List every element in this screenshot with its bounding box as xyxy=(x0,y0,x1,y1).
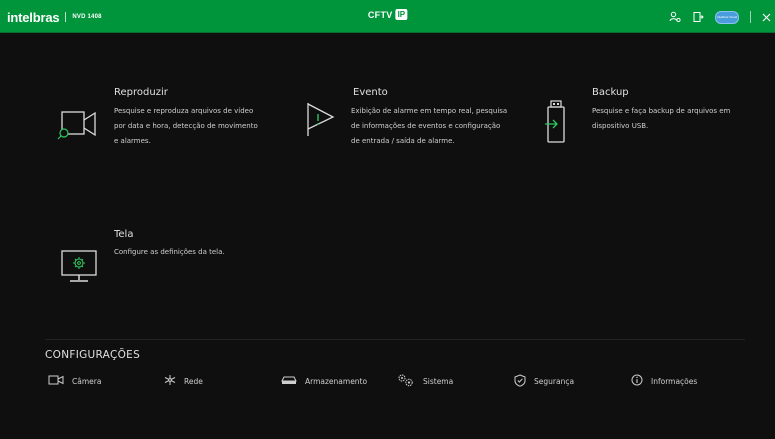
config-section-title: CONFIGURAÇÕES xyxy=(45,349,141,361)
cloud-icon[interactable]: Intelbras Cloud xyxy=(715,10,739,24)
usb-backup-icon xyxy=(543,100,569,148)
card-title: Reproduzir xyxy=(114,87,168,98)
card-backup[interactable]: Backup Pesquise e faça backup de arquivo… xyxy=(540,84,740,184)
event-flag-icon xyxy=(303,100,339,144)
device-model: NVD 1408 xyxy=(72,14,102,20)
config-item-security[interactable]: Segurança xyxy=(514,373,575,389)
top-icons: Intelbras Cloud xyxy=(669,9,771,25)
user-settings-icon[interactable] xyxy=(669,11,681,23)
system-gears-icon xyxy=(397,373,415,389)
network-icon xyxy=(164,374,176,388)
cloud-label: Intelbras Cloud xyxy=(715,10,739,24)
section-divider xyxy=(45,339,745,340)
card-description: Exibição de alarme em tempo real, pesqui… xyxy=(351,107,508,145)
close-icon[interactable] xyxy=(762,13,771,22)
cftv-ip-logo: CFTV IP xyxy=(367,9,408,20)
config-item-label: Rede xyxy=(184,376,203,386)
info-icon xyxy=(631,374,643,388)
camera-icon xyxy=(48,375,64,387)
brand-logo: intelbras xyxy=(7,9,60,25)
card-evento[interactable]: Evento Exibição de alarme em tempo real,… xyxy=(300,84,520,184)
config-item-label: Segurança xyxy=(534,376,575,386)
ip-badge: IP xyxy=(395,9,408,20)
shield-icon xyxy=(514,373,526,389)
card-description: Pesquise e reproduza arquivos de vídeo p… xyxy=(114,107,258,145)
config-item-label: Câmera xyxy=(72,376,102,386)
config-item-network[interactable]: Rede xyxy=(164,374,203,388)
config-item-system[interactable]: Sistema xyxy=(397,374,453,388)
brand: intelbras NVD 1408 xyxy=(7,9,102,25)
config-item-camera[interactable]: Câmera xyxy=(48,374,101,388)
cftv-text: CFTV xyxy=(367,9,393,20)
top-separator xyxy=(750,11,751,23)
exit-door-icon[interactable] xyxy=(692,11,704,23)
card-description: Configure as definições da tela. xyxy=(114,248,225,256)
card-tela[interactable]: Tela Configure as definições da tela. xyxy=(55,226,265,296)
config-item-label: Sistema xyxy=(423,376,454,386)
top-bar: intelbras NVD 1408 CFTV IP Intelbras Clo… xyxy=(0,0,775,33)
card-reproduzir[interactable]: Reproduzir Pesquise e reproduza arquivos… xyxy=(55,84,265,184)
monitor-gear-icon xyxy=(60,248,100,288)
card-title: Tela xyxy=(114,229,134,240)
card-title: Backup xyxy=(592,87,629,98)
config-item-info[interactable]: Informações xyxy=(631,374,697,388)
brand-separator xyxy=(65,12,67,22)
config-item-label: Informações xyxy=(651,376,698,386)
config-item-label: Armazenamento xyxy=(305,376,368,386)
card-title: Evento xyxy=(353,87,388,98)
config-item-storage[interactable]: Armazenamento xyxy=(281,374,367,388)
storage-icon xyxy=(281,375,297,387)
playback-camera-icon xyxy=(55,108,101,148)
card-description: Pesquise e faça backup de arquivos em di… xyxy=(592,107,731,130)
